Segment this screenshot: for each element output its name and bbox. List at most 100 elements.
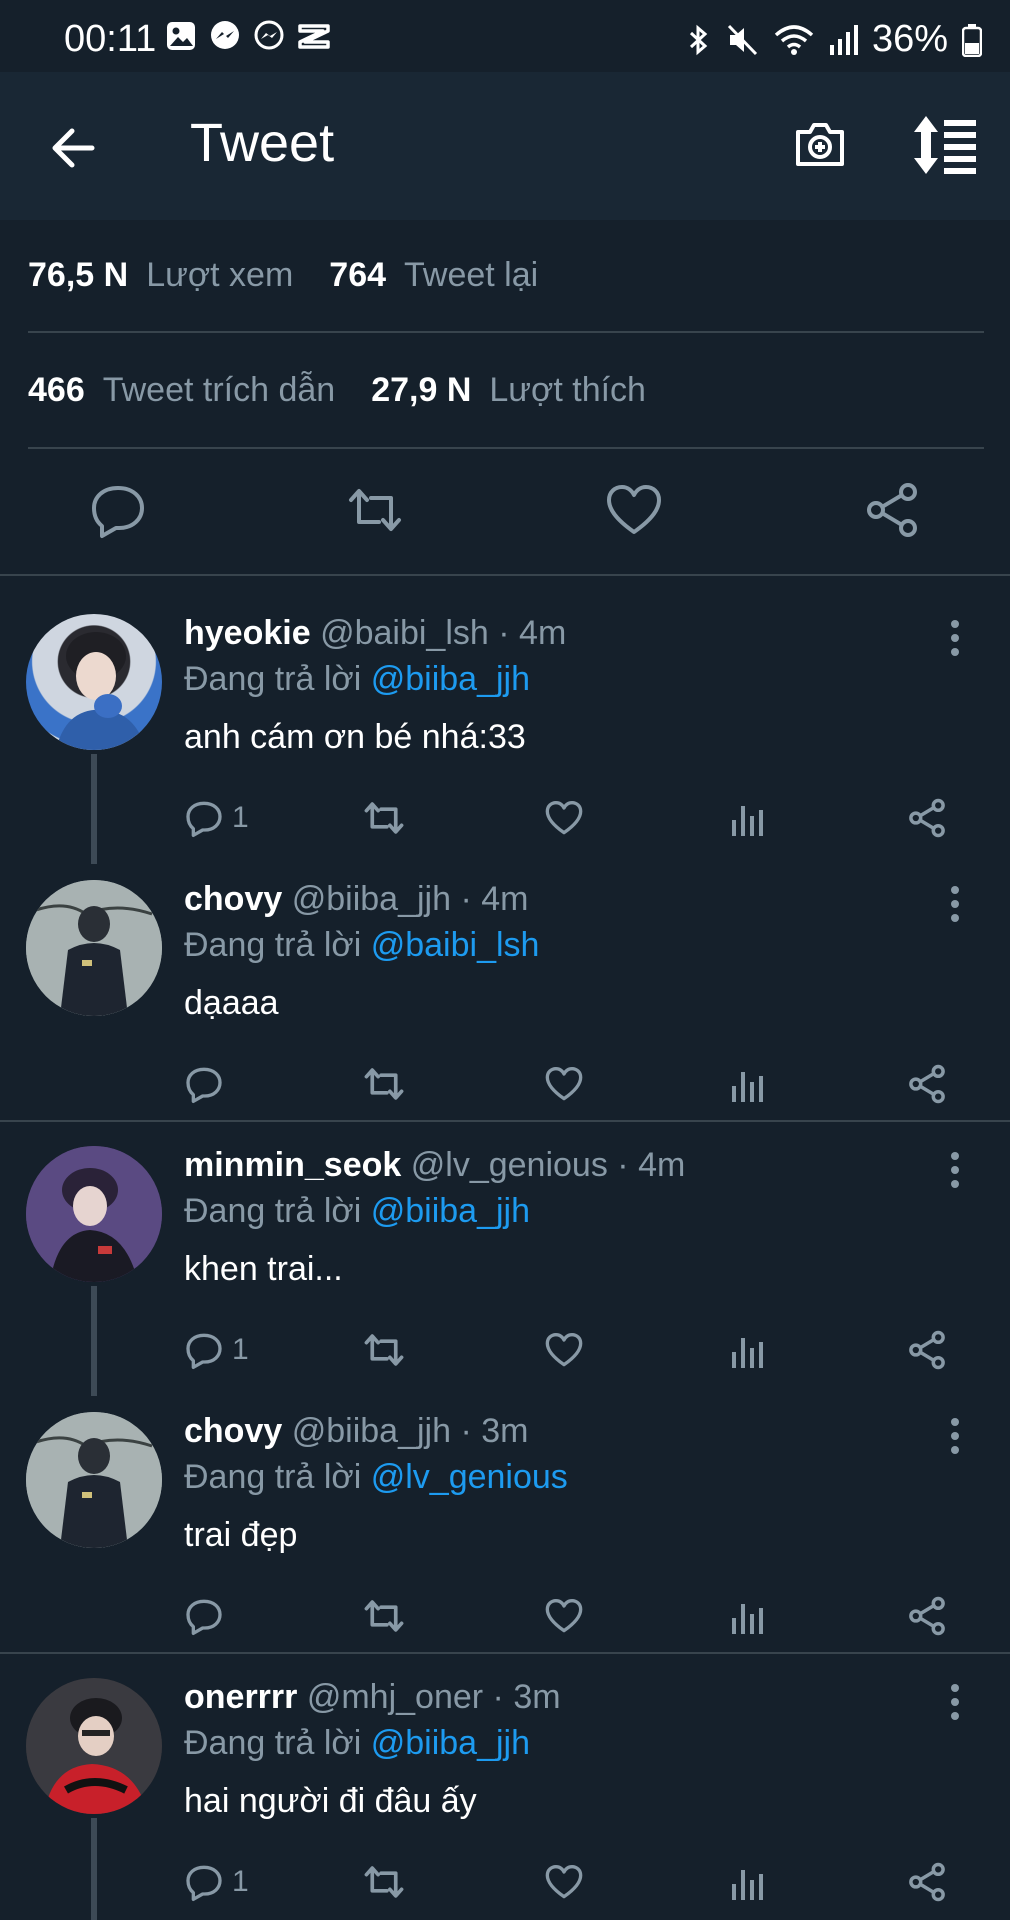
reply-text: hai người đi đâu ấy bbox=[184, 1782, 477, 1820]
avatar[interactable] bbox=[26, 1412, 162, 1548]
like-button[interactable] bbox=[544, 790, 584, 846]
share-button[interactable] bbox=[906, 1056, 948, 1112]
user-handle[interactable]: @baibi_lsh bbox=[320, 614, 489, 652]
like-button[interactable] bbox=[544, 1854, 584, 1910]
like-button[interactable] bbox=[604, 480, 664, 540]
quotes-label[interactable]: Tweet trích dẫn bbox=[103, 371, 335, 410]
analytics-button[interactable] bbox=[728, 790, 768, 846]
user-handle[interactable]: @biiba_jjh bbox=[292, 880, 451, 918]
retweet-button[interactable] bbox=[362, 1588, 406, 1644]
analytics-button[interactable] bbox=[728, 1854, 768, 1910]
wifi-icon bbox=[774, 23, 814, 57]
reply-button[interactable] bbox=[184, 1056, 232, 1112]
reply-icon bbox=[186, 1599, 222, 1635]
more-options-button[interactable] bbox=[940, 1680, 970, 1724]
replying-to-prefix: Đang trả lời bbox=[184, 1458, 362, 1496]
reply-text: khen trai... bbox=[184, 1250, 343, 1288]
more-options-button[interactable] bbox=[940, 616, 970, 660]
divider bbox=[0, 1120, 1010, 1122]
share-icon bbox=[867, 483, 917, 537]
reply-button[interactable]: 1 bbox=[184, 1854, 249, 1910]
retweet-button[interactable] bbox=[362, 1322, 406, 1378]
timestamp: 4m bbox=[519, 614, 567, 652]
share-button[interactable] bbox=[862, 480, 922, 540]
avatar[interactable] bbox=[26, 614, 162, 750]
reply-tweet[interactable]: chovy @biiba_jjh · 3m Đang trả lời @lv_g… bbox=[0, 1412, 1010, 1642]
reply-icon bbox=[186, 1865, 222, 1901]
retweets-label[interactable]: Tweet lại bbox=[404, 256, 538, 295]
more-options-button[interactable] bbox=[940, 1414, 970, 1458]
share-button[interactable] bbox=[906, 1322, 948, 1378]
like-button[interactable] bbox=[544, 1056, 584, 1112]
reply-button[interactable]: 1 bbox=[184, 1322, 249, 1378]
analytics-button[interactable] bbox=[728, 1056, 768, 1112]
reply-tweet[interactable]: onerrrr @mhj_oner · 3m Đang trả lời @bii… bbox=[0, 1678, 1010, 1920]
retweet-button[interactable] bbox=[362, 1854, 406, 1910]
retweet-icon bbox=[364, 802, 404, 834]
display-name[interactable]: chovy bbox=[184, 880, 282, 918]
replying-to-prefix: Đang trả lời bbox=[184, 1724, 362, 1762]
share-button[interactable] bbox=[906, 790, 948, 846]
stats-row-2: 466 Tweet trích dẫn 27,9 N Lượt thích bbox=[28, 371, 682, 410]
retweet-icon bbox=[364, 1068, 404, 1100]
more-vertical-icon bbox=[951, 886, 959, 922]
camera-add-icon bbox=[796, 123, 844, 166]
battery-icon bbox=[962, 23, 982, 57]
replying-to: Đang trả lời @lv_genious bbox=[184, 1458, 568, 1497]
user-handle[interactable]: @lv_genious bbox=[411, 1146, 608, 1184]
views-label[interactable]: Lượt xem bbox=[146, 256, 293, 295]
reply-tweet[interactable]: chovy @biiba_jjh · 4m Đang trả lời @baib… bbox=[0, 880, 1010, 1110]
sort-button[interactable] bbox=[910, 112, 980, 178]
retweet-button[interactable] bbox=[362, 1056, 406, 1112]
display-name[interactable]: minmin_seok bbox=[184, 1146, 401, 1184]
likes-label[interactable]: Lượt thích bbox=[489, 371, 646, 410]
share-icon bbox=[909, 1596, 945, 1636]
avatar[interactable] bbox=[26, 1146, 162, 1282]
user-handle[interactable]: @mhj_oner bbox=[307, 1678, 483, 1716]
mention-link[interactable]: @biiba_jjh bbox=[371, 660, 530, 698]
timestamp: 4m bbox=[638, 1146, 686, 1184]
mention-link[interactable]: @baibi_lsh bbox=[371, 926, 540, 964]
like-button[interactable] bbox=[544, 1322, 584, 1378]
analytics-icon bbox=[732, 1870, 763, 1900]
analytics-button[interactable] bbox=[728, 1588, 768, 1644]
reply-button[interactable] bbox=[88, 480, 148, 540]
thread-line bbox=[91, 1286, 97, 1396]
more-options-button[interactable] bbox=[940, 1148, 970, 1192]
user-handle[interactable]: @biiba_jjh bbox=[292, 1412, 451, 1450]
reply-header: hyeokie @baibi_lsh · 4m bbox=[184, 614, 566, 653]
timestamp: 3m bbox=[513, 1678, 561, 1716]
reply-text: dạaaa bbox=[184, 984, 279, 1022]
more-options-button[interactable] bbox=[940, 882, 970, 926]
battery-percent: 36% bbox=[871, 18, 948, 60]
display-name[interactable]: chovy bbox=[184, 1412, 282, 1450]
more-vertical-icon bbox=[951, 1684, 959, 1720]
camera-add-button[interactable] bbox=[790, 114, 850, 174]
reply-text: trai đẹp bbox=[184, 1516, 298, 1554]
share-button[interactable] bbox=[906, 1588, 948, 1644]
reply-button[interactable] bbox=[184, 1588, 232, 1644]
analytics-button[interactable] bbox=[728, 1322, 768, 1378]
mention-link[interactable]: @biiba_jjh bbox=[371, 1724, 530, 1762]
messenger-icon bbox=[253, 20, 285, 52]
mention-link[interactable]: @biiba_jjh bbox=[371, 1192, 530, 1230]
reply-tweet[interactable]: hyeokie @baibi_lsh · 4m Đang trả lời @bi… bbox=[0, 614, 1010, 864]
separator-dot: · bbox=[498, 614, 510, 652]
reply-icon bbox=[92, 486, 144, 538]
back-arrow-icon bbox=[52, 128, 95, 168]
avatar[interactable] bbox=[26, 1678, 162, 1814]
reply-tweet[interactable]: minmin_seok @lv_genious · 4m Đang trả lờ… bbox=[0, 1146, 1010, 1396]
back-button[interactable] bbox=[44, 118, 104, 178]
avatar[interactable] bbox=[26, 880, 162, 1016]
mention-link[interactable]: @lv_genious bbox=[371, 1458, 568, 1496]
reply-button[interactable]: 1 bbox=[184, 790, 249, 846]
heart-icon bbox=[545, 1865, 583, 1899]
replying-to: Đang trả lời @biiba_jjh bbox=[184, 660, 530, 699]
reply-header: onerrrr @mhj_oner · 3m bbox=[184, 1678, 561, 1717]
share-button[interactable] bbox=[906, 1854, 948, 1910]
retweet-button[interactable] bbox=[345, 480, 405, 540]
display-name[interactable]: onerrrr bbox=[184, 1678, 297, 1716]
like-button[interactable] bbox=[544, 1588, 584, 1644]
retweet-button[interactable] bbox=[362, 790, 406, 846]
display-name[interactable]: hyeokie bbox=[184, 614, 311, 652]
